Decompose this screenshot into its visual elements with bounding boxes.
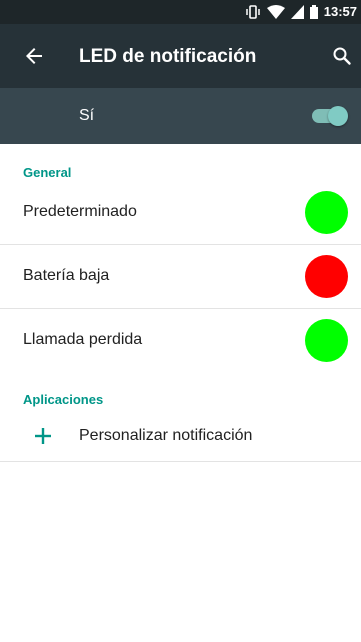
color-dot[interactable] [305, 191, 348, 234]
pref-row-default[interactable]: Predeterminado [0, 180, 361, 244]
divider [0, 461, 361, 462]
toggle-thumb [328, 106, 348, 126]
pref-label: Llamada perdida [23, 331, 143, 348]
master-toggle[interactable] [310, 106, 348, 126]
app-toolbar: LED de notificación [0, 24, 361, 88]
pref-label: Batería baja [23, 267, 110, 284]
section-header-general: General [23, 165, 72, 180]
add-custom-notification-button[interactable]: Personalizar notificación [0, 414, 361, 460]
pref-row-low-battery[interactable]: Batería baja [0, 244, 361, 308]
status-bar: 13:57 [0, 0, 361, 24]
status-time: 13:57 [323, 4, 357, 19]
color-dot[interactable] [305, 319, 348, 362]
add-row-label: Personalizar notificación [79, 427, 253, 444]
arrow-back-icon[interactable] [22, 44, 46, 68]
signal-icon [290, 5, 304, 19]
page-title: LED de notificación [79, 46, 257, 67]
vibrate-icon [246, 5, 260, 19]
master-switch-bar[interactable]: Sí [0, 88, 361, 144]
search-icon[interactable] [330, 44, 354, 68]
pref-row-missed-call[interactable]: Llamada perdida [0, 308, 361, 372]
color-dot[interactable] [305, 255, 348, 298]
pref-label: Predeterminado [23, 203, 137, 220]
master-switch-label: Sí [79, 107, 95, 124]
status-icons: 13:57 [245, 4, 357, 20]
plus-icon [35, 428, 51, 444]
section-header-apps: Aplicaciones [23, 392, 104, 407]
wifi-icon [266, 5, 285, 19]
battery-icon [309, 5, 318, 19]
